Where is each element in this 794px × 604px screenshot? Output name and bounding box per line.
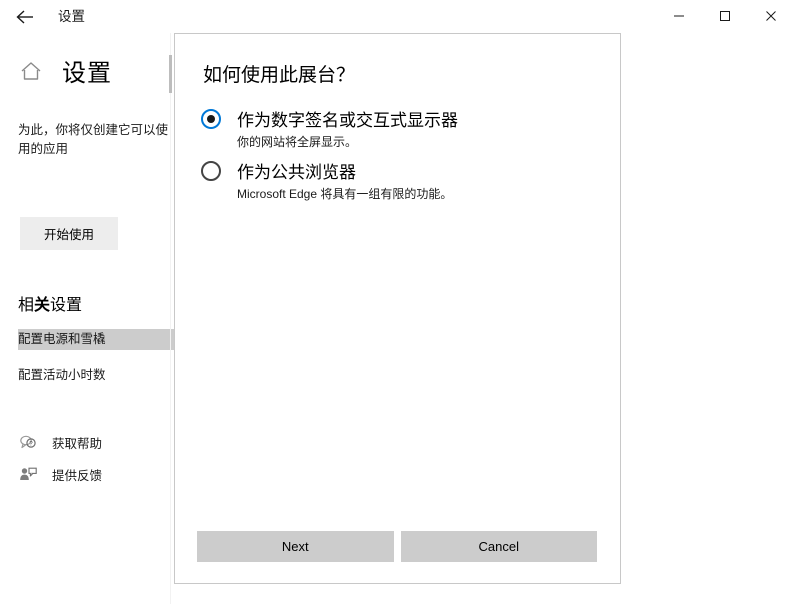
- page-title: 设置: [62, 60, 112, 87]
- help-bubble-icon: ?: [18, 433, 38, 451]
- get-help-link[interactable]: ? 获取帮助: [18, 431, 102, 453]
- related-heading-part-1: 相: [18, 297, 35, 314]
- feedback-person-icon: [18, 465, 38, 483]
- radio-option-digital-sign-head: 作为数字签名或交互式显示器: [201, 106, 601, 131]
- related-settings-heading: 相关设置: [18, 291, 82, 315]
- sidebar-scrollbar-track[interactable]: [170, 33, 171, 604]
- sidebar-description: 为此，你将仅创建它可以使用的应用: [18, 123, 169, 156]
- cancel-button[interactable]: Cancel: [400, 531, 597, 562]
- get-help-label: 获取帮助: [52, 436, 103, 451]
- related-heading-part-3: 设置: [50, 297, 83, 314]
- minimize-icon: [673, 10, 685, 22]
- back-arrow-icon: [15, 9, 35, 25]
- dialog-actions: Next Cancel: [197, 531, 597, 562]
- home-icon: [18, 58, 44, 84]
- radio-option-digital-sign[interactable]: 作为数字签名或交互式显示器 你的网站将全屏显示。: [201, 106, 601, 150]
- window-controls: [656, 0, 794, 32]
- radio-option-digital-sign-label: 作为数字签名或交互式显示器: [237, 111, 458, 130]
- give-feedback-label: 提供反馈: [52, 468, 103, 483]
- dialog-heading: 如何使用此展台？: [203, 65, 356, 86]
- title-bar: 设置: [0, 0, 794, 34]
- sidebar: 设置 为此，你将仅创建它可以使用的应用 开始使用 相关设置 配置电源和雪橇 配置…: [0, 33, 174, 604]
- related-heading-part-2: 关: [34, 297, 51, 314]
- maximize-icon: [719, 10, 731, 22]
- kiosk-setup-dialog: 如何使用此展台？ 作为数字签名或交互式显示器 你的网站将全屏显示。 作为公共浏览…: [174, 33, 621, 584]
- sidebar-home-row[interactable]: 设置: [18, 53, 112, 88]
- next-button[interactable]: Next: [197, 531, 394, 562]
- close-button[interactable]: [748, 0, 794, 32]
- radio-option-public-browser-head: 作为公共浏览器: [201, 158, 601, 183]
- sidebar-scrollbar-thumb[interactable]: [169, 55, 172, 93]
- related-link-power-and-sled[interactable]: 配置电源和雪橇: [18, 329, 174, 350]
- related-link-active-hours[interactable]: 配置活动小时数: [18, 365, 174, 386]
- svg-text:?: ?: [29, 440, 33, 447]
- start-using-button[interactable]: 开始使用: [20, 217, 118, 250]
- radio-option-public-browser-label: 作为公共浏览器: [237, 163, 356, 182]
- close-icon: [765, 10, 777, 22]
- minimize-button[interactable]: [656, 0, 702, 32]
- radio-option-public-browser[interactable]: 作为公共浏览器 Microsoft Edge 将具有一组有限的功能。: [201, 158, 601, 202]
- window-title: 设置: [58, 9, 85, 24]
- radio-option-public-browser-description: Microsoft Edge 将具有一组有限的功能。: [237, 187, 453, 201]
- give-feedback-link[interactable]: 提供反馈: [18, 463, 102, 485]
- radio-button-selected-icon[interactable]: [201, 108, 221, 129]
- back-button[interactable]: [4, 0, 46, 33]
- radio-button-unselected-icon[interactable]: [201, 160, 221, 181]
- radio-option-digital-sign-description: 你的网站将全屏显示。: [237, 135, 358, 149]
- maximize-button[interactable]: [702, 0, 748, 32]
